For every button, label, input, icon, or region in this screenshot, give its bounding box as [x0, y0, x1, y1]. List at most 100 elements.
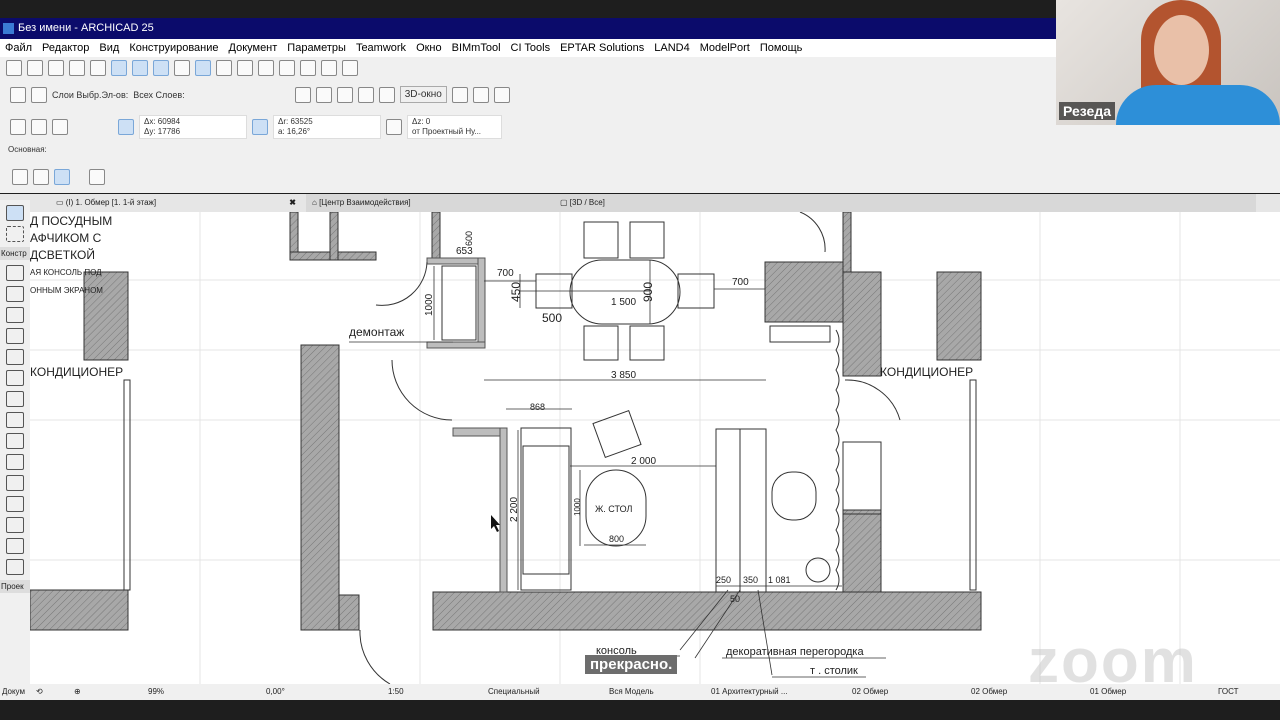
- cube-icon[interactable]: [472, 86, 489, 103]
- project-section-label[interactable]: Проек: [0, 580, 30, 593]
- elevation-icon[interactable]: [378, 86, 395, 103]
- dim-250: 250: [716, 575, 731, 585]
- participant-face: [1154, 15, 1209, 85]
- label-coffee-table: Ж. СТОЛ: [595, 504, 633, 514]
- section-icon[interactable]: [357, 86, 374, 103]
- marquee-tool-icon[interactable]: [6, 226, 24, 242]
- menu-window[interactable]: Окно: [411, 39, 447, 57]
- arrow-selection-icon[interactable]: [12, 169, 28, 185]
- mesh-tool-icon[interactable]: [6, 559, 24, 575]
- pointer-icon[interactable]: [89, 169, 105, 185]
- flag-icon[interactable]: [321, 60, 337, 76]
- menu-bimmtool[interactable]: BIMmTool: [447, 39, 506, 57]
- slab-tool-icon[interactable]: [6, 328, 24, 344]
- z-coordinate[interactable]: Δz: 0 от Проектный Ну...: [407, 115, 502, 139]
- syringe-icon[interactable]: [90, 60, 106, 76]
- grid-icon[interactable]: [174, 60, 190, 76]
- shell-tool-icon[interactable]: [6, 370, 24, 386]
- standard-selector[interactable]: ГОСТ: [1218, 684, 1239, 700]
- floorplan-icon[interactable]: [336, 86, 353, 103]
- rotate-icon[interactable]: [294, 86, 311, 103]
- layer-view-icon[interactable]: [195, 60, 211, 76]
- pipette-icon[interactable]: [69, 60, 85, 76]
- marquee-icon[interactable]: [33, 169, 49, 185]
- quick-selection-icon[interactable]: [54, 169, 70, 185]
- menu-help[interactable]: Помощь: [755, 39, 808, 57]
- menu-teamwork[interactable]: Teamwork: [351, 39, 411, 57]
- polar-coordinates[interactable]: Δr: 63525 a: 16,26°: [273, 115, 381, 139]
- curtain-wall-tool-icon[interactable]: [6, 433, 24, 449]
- close-tab-icon[interactable]: ✖: [289, 194, 296, 212]
- pen-set-selector[interactable]: 01 Архитектурный ...: [711, 684, 788, 700]
- floor-plan-canvas[interactable]: 653 600 700 700 450 1 500 900 500 1000 3…: [30, 212, 1280, 684]
- arrow-tool-icon[interactable]: [6, 205, 24, 221]
- suspend-groups-icon[interactable]: [258, 60, 274, 76]
- group-icon[interactable]: [237, 60, 253, 76]
- lock-layers-icon[interactable]: [31, 86, 47, 103]
- floor-plan-drawing[interactable]: 653 600 700 700 450 1 500 900 500 1000 3…: [30, 212, 1280, 684]
- render-icon[interactable]: [493, 86, 510, 103]
- label-side-table: т . столик: [810, 665, 858, 677]
- menu-design[interactable]: Конструирование: [124, 39, 223, 57]
- delta-polar-icon[interactable]: [252, 119, 268, 135]
- box-icon[interactable]: [451, 86, 468, 103]
- snap-grid-icon[interactable]: [31, 119, 47, 135]
- menu-eptar[interactable]: EPTAR Solutions: [555, 39, 649, 57]
- beam-tool-icon[interactable]: [6, 307, 24, 323]
- menu-land4[interactable]: LAND4: [649, 39, 694, 57]
- mirror-icon[interactable]: [315, 86, 332, 103]
- zoom-in-icon[interactable]: ⊕: [74, 684, 81, 700]
- z-icon: [386, 119, 402, 135]
- origin-icon[interactable]: [10, 119, 26, 135]
- skylight-tool-icon[interactable]: [6, 496, 24, 512]
- railing-tool-icon[interactable]: [6, 412, 24, 428]
- grid-snap-icon[interactable]: [153, 60, 169, 76]
- renovation-filter-selector[interactable]: 02 Обмер: [971, 684, 1007, 700]
- window-tool-icon[interactable]: [6, 475, 24, 491]
- wall-end-tool-icon[interactable]: [6, 517, 24, 533]
- delta-icon[interactable]: [118, 119, 134, 135]
- dim-700-right: 700: [732, 277, 749, 288]
- wall-tool-icon[interactable]: [6, 265, 24, 281]
- object-tool-icon[interactable]: [6, 538, 24, 554]
- rotation-angle[interactable]: 0,00°: [266, 684, 285, 700]
- layer-combination-selector[interactable]: Специальный: [488, 684, 540, 700]
- subtitle-caption: прекрасно.: [585, 655, 678, 674]
- 3d-window-button[interactable]: 3D-окно: [399, 86, 447, 103]
- cursor-snap-icon[interactable]: [52, 119, 68, 135]
- guide-icon[interactable]: [111, 60, 127, 76]
- tab-collaboration-center[interactable]: ⌂ [Центр Взаимодействия]: [306, 194, 556, 212]
- door-tool-icon[interactable]: [6, 454, 24, 470]
- element-info-icon[interactable]: [216, 60, 232, 76]
- snap-icon[interactable]: [132, 60, 148, 76]
- menu-options[interactable]: Параметры: [282, 39, 351, 57]
- pick-icon[interactable]: [48, 60, 64, 76]
- menu-modelport[interactable]: ModelPort: [695, 39, 755, 57]
- split-icon[interactable]: [279, 60, 295, 76]
- construct-section-label[interactable]: Констр: [0, 247, 30, 260]
- stair-tool-icon[interactable]: [6, 391, 24, 407]
- menu-file[interactable]: Файл: [0, 39, 37, 57]
- roof-tool-icon[interactable]: [6, 349, 24, 365]
- dimension-selector[interactable]: 02 Обмер: [852, 684, 888, 700]
- trim-icon[interactable]: [300, 60, 316, 76]
- menu-ci-tools[interactable]: CI Tools: [506, 39, 556, 57]
- publish-icon[interactable]: [342, 60, 358, 76]
- column-tool-icon[interactable]: [6, 286, 24, 302]
- menu-document[interactable]: Документ: [224, 39, 283, 57]
- zoom-back-icon[interactable]: ⟲: [36, 684, 43, 700]
- zoom-level[interactable]: 99%: [148, 684, 164, 700]
- layers-icon[interactable]: [10, 86, 26, 103]
- undo-icon[interactable]: [6, 60, 22, 76]
- tab-3d[interactable]: ▢ [3D / Все]: [556, 194, 1256, 212]
- model-view-selector[interactable]: Вся Модель: [609, 684, 654, 700]
- menu-view[interactable]: Вид: [94, 39, 124, 57]
- tab-floor-plan[interactable]: ▭ (I) 1. Обмер [1. 1-й этаж] ✖: [56, 194, 306, 212]
- scale-selector[interactable]: 1:50: [388, 684, 404, 700]
- xy-coordinates[interactable]: Δx: 60984 Δy: 17786: [139, 115, 247, 139]
- note-line-3: ДСВЕТКОЙ: [30, 247, 95, 262]
- dim-50: 50: [730, 594, 740, 604]
- label-conditioner-left: КОНДИЦИОНЕР: [30, 365, 123, 379]
- redo-icon[interactable]: [27, 60, 43, 76]
- menu-edit[interactable]: Редактор: [37, 39, 94, 57]
